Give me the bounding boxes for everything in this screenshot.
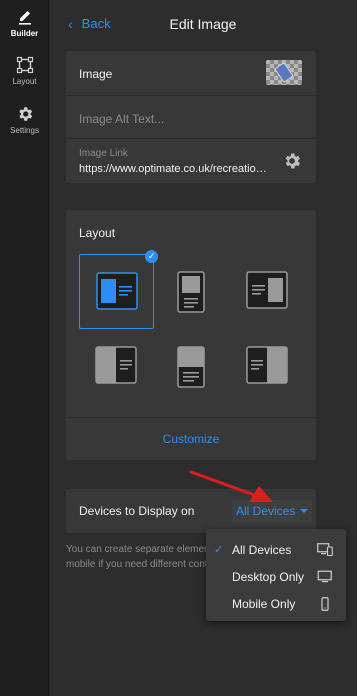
caret-down-icon bbox=[300, 509, 309, 513]
layout-card: Layout ✓ Customize bbox=[66, 210, 316, 460]
layout-option-image-right[interactable] bbox=[230, 254, 305, 329]
layout-image-top-icon bbox=[177, 271, 205, 313]
panel-header: ‹ Back Edit Image bbox=[49, 0, 357, 48]
gear-icon bbox=[18, 107, 32, 121]
layout-option-image-top-half[interactable] bbox=[154, 329, 229, 404]
device-option-mobile[interactable]: Mobile Only bbox=[206, 591, 346, 617]
pencil-icon bbox=[18, 11, 31, 25]
devices-dropdown-menu: ✓ All Devices Desktop Only Mobile Only bbox=[206, 529, 346, 621]
layout-frame-icon bbox=[16, 56, 33, 74]
layout-image-left-icon bbox=[96, 272, 138, 310]
desktop-mobile-icon bbox=[317, 543, 333, 557]
layout-option-image-left-half[interactable] bbox=[79, 329, 154, 404]
image-label: Image bbox=[79, 67, 113, 81]
layout-image-left-half-icon bbox=[95, 346, 137, 384]
devices-label: Devices to Display on bbox=[79, 504, 195, 518]
layout-image-right-half-icon bbox=[246, 346, 288, 384]
device-option-all[interactable]: ✓ All Devices bbox=[206, 537, 346, 563]
image-link-label: Image Link bbox=[79, 148, 128, 159]
layout-option-image-left[interactable]: ✓ bbox=[79, 250, 158, 329]
left-rail: Builder Layout Settings bbox=[0, 0, 49, 696]
layout-option-image-right-half[interactable] bbox=[230, 329, 305, 404]
layout-option-image-top[interactable] bbox=[154, 254, 229, 329]
divider bbox=[66, 95, 316, 96]
gear-icon bbox=[285, 153, 300, 169]
link-settings-button[interactable] bbox=[282, 151, 302, 171]
annotation-arrow-icon bbox=[189, 470, 273, 502]
layout-image-right-icon bbox=[246, 271, 288, 309]
rail-layout-label: Layout bbox=[12, 77, 37, 86]
image-link-input[interactable]: https://www.optimate.co.uk/recreational-… bbox=[79, 163, 269, 175]
rail-builder-label: Builder bbox=[10, 29, 39, 38]
layout-label: Layout bbox=[79, 226, 116, 240]
customize-button[interactable]: Customize bbox=[66, 417, 316, 460]
alt-text-input[interactable] bbox=[79, 111, 299, 127]
divider bbox=[66, 138, 316, 139]
mobile-icon bbox=[321, 597, 329, 611]
rail-settings-label: Settings bbox=[10, 126, 39, 135]
device-option-desktop[interactable]: Desktop Only bbox=[206, 564, 346, 590]
device-option-label: Desktop Only bbox=[232, 570, 305, 584]
image-thumbnail[interactable] bbox=[266, 60, 302, 85]
device-option-label: All Devices bbox=[232, 543, 292, 557]
rail-builder[interactable]: Builder bbox=[0, 8, 49, 38]
phone-image-icon bbox=[274, 62, 294, 83]
device-option-label: Mobile Only bbox=[232, 597, 296, 611]
layout-image-top-half-icon bbox=[177, 346, 205, 388]
image-settings-card: Image Image Link https://www.optimate.co… bbox=[66, 51, 316, 183]
rail-settings[interactable]: Settings bbox=[0, 105, 49, 135]
desktop-icon bbox=[317, 570, 332, 583]
rail-layout[interactable]: Layout bbox=[0, 56, 49, 86]
checkmark-icon: ✓ bbox=[214, 544, 224, 556]
page-title: Edit Image bbox=[169, 16, 237, 32]
